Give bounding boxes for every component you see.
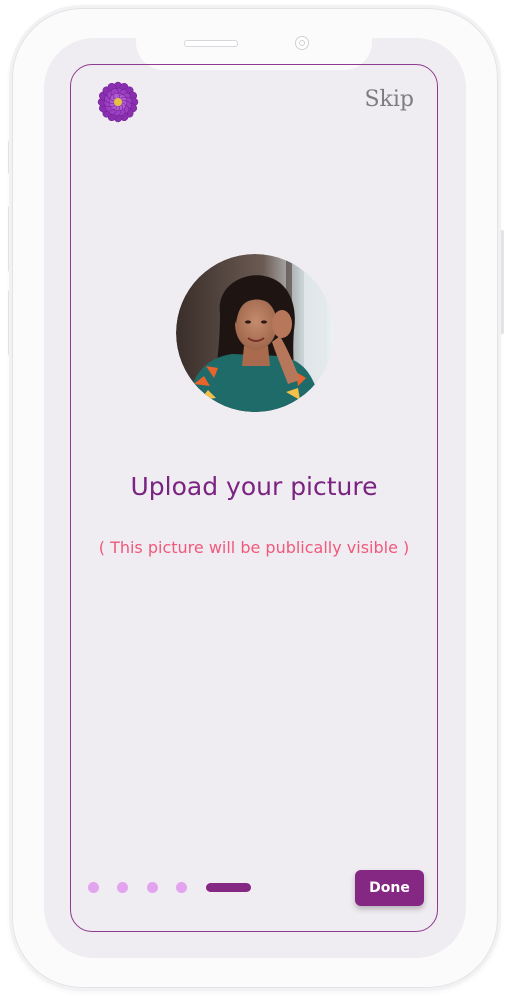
profile-photo[interactable] — [176, 254, 334, 412]
speaker-grille — [184, 40, 238, 47]
visibility-note: ( This picture will be publically visibl… — [98, 538, 410, 557]
page-title: Upload your picture — [130, 472, 378, 501]
power-button — [500, 230, 504, 334]
done-button[interactable]: Done — [355, 870, 424, 906]
front-camera — [295, 36, 309, 50]
step-dot-5-active[interactable] — [206, 883, 251, 892]
device-mockup: Skip Upload your picture (This picture … — [0, 0, 512, 996]
step-dot-3[interactable] — [147, 882, 158, 893]
purple-flower-icon — [97, 81, 139, 123]
skip-button[interactable]: Skip — [354, 84, 414, 116]
step-dot-1[interactable] — [88, 882, 99, 893]
step-dot-4[interactable] — [176, 882, 187, 893]
page-indicator — [88, 882, 258, 894]
flower-center — [114, 98, 122, 106]
step-dot-2[interactable] — [117, 882, 128, 893]
